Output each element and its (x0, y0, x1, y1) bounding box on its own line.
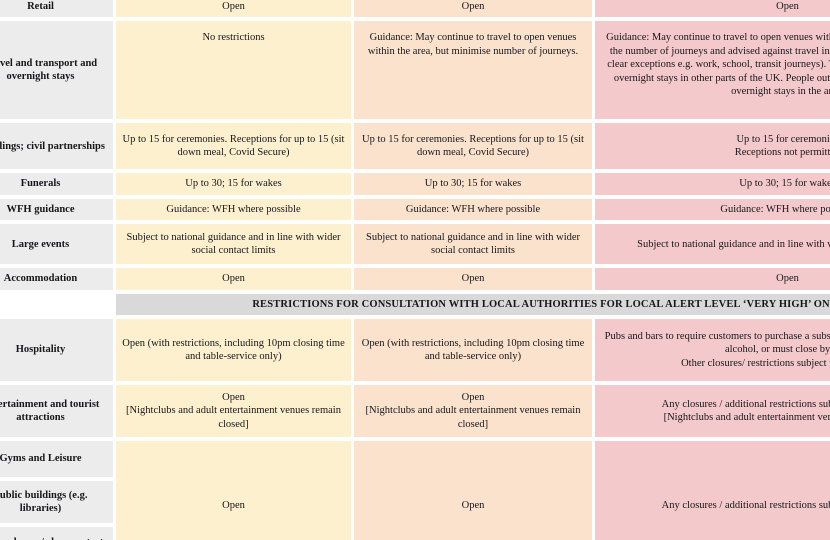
cell-weddings-very-high: Up to 15 for ceremonies Receptions not pe… (595, 123, 830, 170)
cell-funerals-very-high: Up to 30; 15 for wakes (595, 173, 830, 195)
table-row: Large events Subject to national guidanc… (0, 224, 830, 265)
table-row: Weddings; civil partnerships Up to 15 fo… (0, 123, 830, 170)
cell-hospitality-very-high: Pubs and bars to require customers to pu… (595, 319, 830, 382)
consultation-banner: RESTRICTIONS FOR CONSULTATION WITH LOCAL… (116, 293, 830, 316)
cell-wfh-medium: Guidance: WFH where possible (116, 198, 351, 221)
cell-merged-medium: Open (116, 441, 351, 540)
cell-hospitality-high: Open (with restrictions, including 10pm … (354, 319, 592, 382)
banner-row: RESTRICTIONS FOR CONSULTATION WITH LOCAL… (0, 293, 830, 316)
table-row: Retail Open Open Open (0, 0, 830, 18)
cell-weddings-high: Up to 15 for ceremonies. Receptions for … (354, 123, 592, 170)
row-label-travel-transport: Travel and transport and overnight stays (0, 21, 113, 120)
cell-accommodation-very-high: Open (595, 268, 830, 290)
cell-accommodation-medium: Open (116, 268, 351, 290)
row-label-large-events: Large events (0, 224, 113, 265)
cell-travel-medium: No restrictions (116, 21, 351, 120)
table-row: Gyms and Leisure Open Open Any closures … (0, 441, 830, 540)
table-row: WFH guidance Guidance: WFH where possibl… (0, 198, 830, 221)
cell-large-events-medium: Subject to national guidance and in line… (116, 224, 351, 265)
cell-wfh-very-high: Guidance: WFH where possible (595, 198, 830, 221)
row-label-funerals: Funerals (0, 173, 113, 195)
table-row: Travel and transport and overnight stays… (0, 21, 830, 120)
row-label-public-buildings: Public buildings (e.g. libraries) (0, 481, 113, 524)
row-label-weddings: Weddings; civil partnerships (0, 123, 113, 170)
row-label-accommodation: Accommodation (0, 268, 113, 290)
table-row: Funerals Up to 30; 15 for wakes Up to 30… (0, 173, 830, 195)
row-label-hospitality: Hospitality (0, 319, 113, 382)
row-label-gyms-leisure: Gyms and Leisure (0, 441, 113, 478)
cell-funerals-high: Up to 30; 15 for wakes (354, 173, 592, 195)
cell-retail-high: Open (354, 0, 592, 18)
banner-left-spacer (0, 293, 113, 316)
local-alert-level-restrictions-table: Retail Open Open Open Travel and transpo… (0, 0, 830, 540)
row-label-personal-care: Personal care / close contact services (0, 527, 113, 540)
cell-entertainment-very-high: Any closures / additional restrictions s… (595, 385, 830, 438)
cell-accommodation-high: Open (354, 268, 592, 290)
row-label-entertainment-tourist: Entertainment and tourist attractions (0, 385, 113, 438)
cell-travel-very-high: Guidance: May continue to travel to open… (595, 21, 830, 120)
cell-retail-very-high: Open (595, 0, 830, 18)
cell-hospitality-medium: Open (with restrictions, including 10pm … (116, 319, 351, 382)
cell-merged-high: Open (354, 441, 592, 540)
table-row: Accommodation Open Open Open (0, 268, 830, 290)
cell-travel-high: Guidance: May continue to travel to open… (354, 21, 592, 120)
cell-entertainment-high: Open [Nightclubs and adult entertainment … (354, 385, 592, 438)
cell-large-events-very-high: Subject to national guidance and in line… (595, 224, 830, 265)
table-row: Entertainment and tourist attractions Op… (0, 385, 830, 438)
row-label-retail: Retail (0, 0, 113, 18)
row-label-wfh-guidance: WFH guidance (0, 198, 113, 221)
cell-retail-medium: Open (116, 0, 351, 18)
table-viewport: Retail Open Open Open Travel and transpo… (0, 0, 830, 540)
cell-large-events-high: Subject to national guidance and in line… (354, 224, 592, 265)
cell-entertainment-medium: Open [Nightclubs and adult entertainment … (116, 385, 351, 438)
cell-weddings-medium: Up to 15 for ceremonies. Receptions for … (116, 123, 351, 170)
cell-merged-very-high: Any closures / additional restrictions s… (595, 441, 830, 540)
document-page: Retail Open Open Open Travel and transpo… (0, 0, 830, 540)
cell-wfh-high: Guidance: WFH where possible (354, 198, 592, 221)
table-row: Hospitality Open (with restrictions, inc… (0, 319, 830, 382)
cell-funerals-medium: Up to 30; 15 for wakes (116, 173, 351, 195)
